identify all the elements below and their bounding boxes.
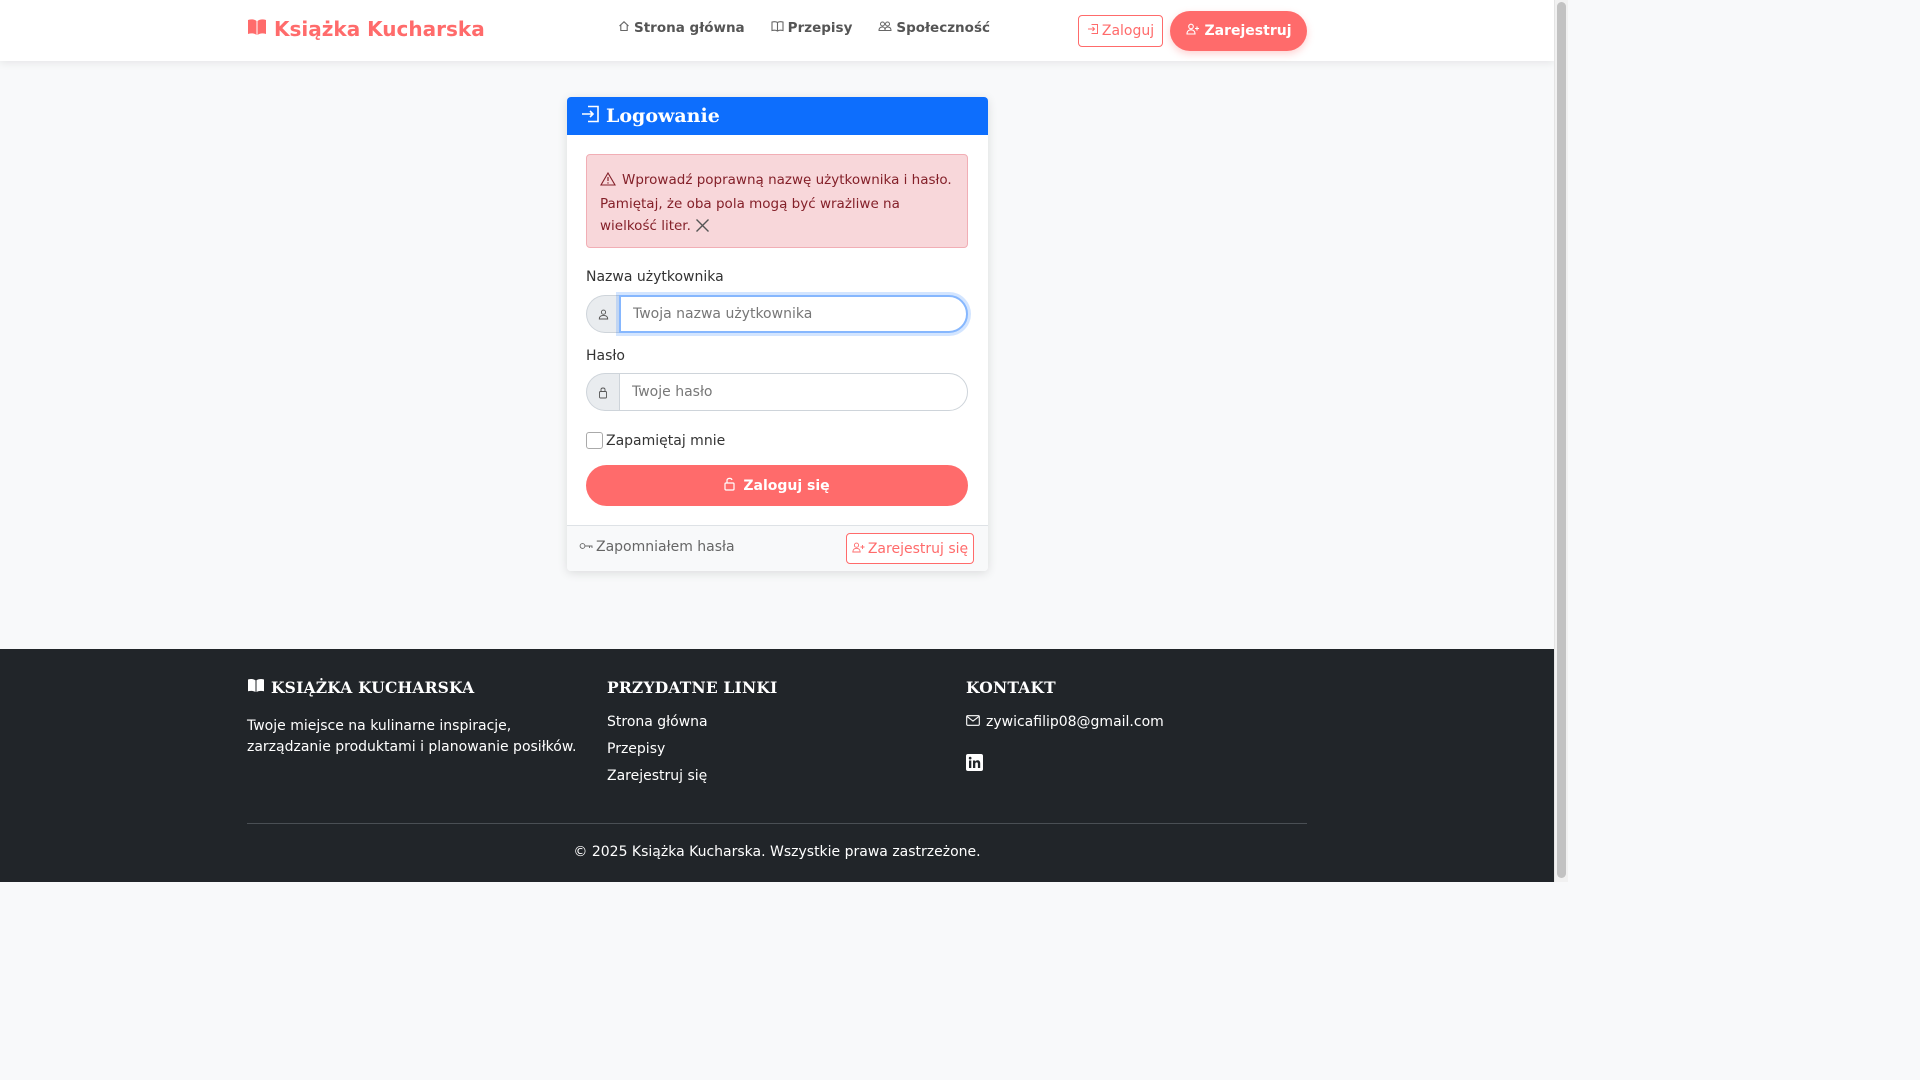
page: Książka Kucharska Strona główna Przepisy… xyxy=(0,0,1554,882)
book-icon xyxy=(771,20,784,36)
nav-community-label: Społeczność xyxy=(896,20,990,36)
remember-me-label[interactable]: Zapamiętaj mnie xyxy=(606,433,725,449)
close-icon[interactable] xyxy=(695,218,710,240)
register-button-label: Zarejestruj xyxy=(1204,23,1292,39)
people-icon xyxy=(878,20,892,36)
nav-community[interactable]: Społeczność xyxy=(878,20,990,36)
footer-email[interactable]: zywicafilip08@gmail.com xyxy=(966,714,1164,730)
footer-description: Twoje miejsce na kulinarne inspiracje, z… xyxy=(247,718,577,755)
submit-login-button[interactable]: Zaloguj się xyxy=(586,465,968,506)
password-label: Hasło xyxy=(586,348,625,364)
footer-link-register[interactable]: Zarejestruj się xyxy=(607,768,778,788)
footer-links-title: PRZYDATNE LINKI xyxy=(607,677,778,697)
lock-icon xyxy=(586,373,619,411)
nav-recipes[interactable]: Przepisy xyxy=(771,20,853,36)
password-input-group xyxy=(586,373,968,411)
footer-brand-title: KSIĄŻKA KUCHARSKA xyxy=(271,677,475,697)
footer-link-home[interactable]: Strona główna xyxy=(607,714,778,734)
register-button[interactable]: Zarejestruj xyxy=(1170,11,1307,51)
password-input[interactable] xyxy=(619,373,968,411)
forgot-password-link[interactable]: Zapomniałem hasła xyxy=(579,539,735,555)
brand-name: Książka Kucharska xyxy=(274,17,485,41)
person-icon xyxy=(586,295,619,333)
navbar: Książka Kucharska Strona główna Przepisy… xyxy=(0,0,1554,61)
login-card: Logowanie Wprowadź poprawną nazwę użytko… xyxy=(567,97,988,571)
login-card-header: Logowanie xyxy=(567,97,988,135)
nav-recipes-label: Przepisy xyxy=(787,20,853,36)
username-input-group xyxy=(586,295,968,333)
footer-about: KSIĄŻKA KUCHARSKA Twoje miejsce na kulin… xyxy=(247,677,582,758)
brand-link[interactable]: Książka Kucharska xyxy=(247,17,485,41)
login-card-footer: Zapomniałem hasła Zarejestruj się xyxy=(567,525,988,571)
footer-links: PRZYDATNE LINKI Strona główna Przepisy Z… xyxy=(607,677,778,788)
remember-me-checkbox[interactable] xyxy=(586,432,603,449)
register-link-button[interactable]: Zarejestruj się xyxy=(846,533,974,564)
person-plus-icon xyxy=(1185,23,1200,39)
login-button[interactable]: Zaloguj xyxy=(1078,15,1163,47)
nav-home[interactable]: Strona główna xyxy=(618,20,745,36)
login-button-label: Zaloguj xyxy=(1101,23,1155,39)
envelope-icon xyxy=(966,714,980,730)
footer-email-text: zywicafilip08@gmail.com xyxy=(986,714,1164,730)
login-title: Logowanie xyxy=(606,105,720,127)
copyright: © 2025 Książka Kucharska. Wszystkie praw… xyxy=(573,844,981,860)
footer-divider xyxy=(247,823,1307,824)
sign-in-icon xyxy=(581,105,600,128)
site-footer: KSIĄŻKA KUCHARSKA Twoje miejsce na kulin… xyxy=(0,649,1554,882)
submit-login-label: Zaloguj się xyxy=(743,477,830,494)
book-open-icon xyxy=(247,17,267,41)
username-label: Nazwa użytkownika xyxy=(586,269,724,285)
alert-message: Wprowadź poprawną nazwę użytkownika i ha… xyxy=(600,172,952,234)
footer-contact-title: KONTAKT xyxy=(966,677,1056,697)
footer-brand: KSIĄŻKA KUCHARSKA xyxy=(247,677,582,697)
key-icon xyxy=(579,539,593,555)
unlock-icon xyxy=(724,477,736,495)
main-nav: Strona główna Przepisy Społeczność xyxy=(618,20,990,36)
remember-me: Zapamiętaj mnie xyxy=(586,432,725,449)
linkedin-icon[interactable] xyxy=(966,754,1164,775)
scrollbar[interactable] xyxy=(1554,0,1568,882)
forgot-password-label: Zapomniałem hasła xyxy=(596,539,735,555)
nav-home-label: Strona główna xyxy=(634,20,745,36)
sign-in-icon xyxy=(1087,23,1099,39)
warning-icon xyxy=(600,171,616,193)
register-link-label: Zarejestruj się xyxy=(867,540,969,557)
book-open-icon xyxy=(247,678,265,697)
footer-link-recipes[interactable]: Przepisy xyxy=(607,741,778,761)
person-plus-icon xyxy=(852,541,865,557)
error-alert: Wprowadź poprawną nazwę użytkownika i ha… xyxy=(586,154,968,248)
footer-links-list: Strona główna Przepisy Zarejestruj się xyxy=(607,714,778,788)
footer-contact: KONTAKT zywicafilip08@gmail.com xyxy=(966,677,1164,775)
house-icon xyxy=(618,20,630,36)
scrollbar-thumb[interactable] xyxy=(1557,2,1566,878)
username-input[interactable] xyxy=(619,295,968,333)
